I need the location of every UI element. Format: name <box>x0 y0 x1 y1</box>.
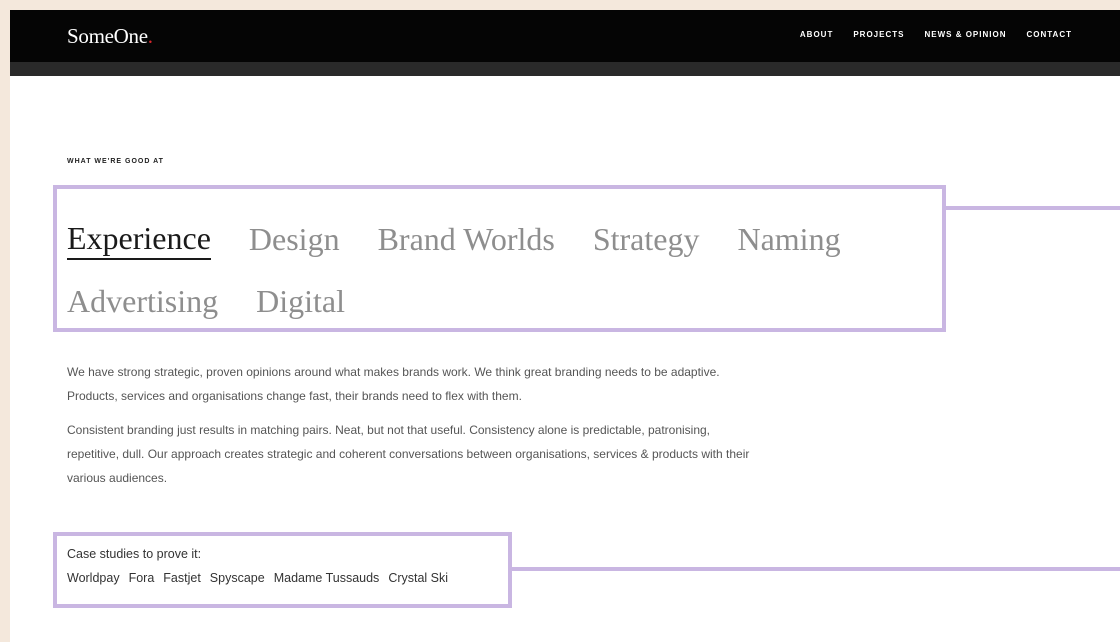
disciplines-highlight-box <box>53 185 946 332</box>
disciplines-callout-line <box>946 206 1120 210</box>
main-nav: ABOUT PROJECTS NEWS & OPINION CONTACT <box>800 30 1072 39</box>
nav-projects[interactable]: PROJECTS <box>853 30 904 39</box>
nav-shadow-band <box>10 62 1120 76</box>
someone-logo[interactable]: SomeOne. <box>67 24 153 49</box>
logo-text: SomeOne <box>67 24 148 48</box>
logo-dot: . <box>147 24 153 48</box>
nav-about[interactable]: ABOUT <box>800 30 833 39</box>
body-paragraph-1: We have strong strategic, proven opinion… <box>67 365 720 403</box>
body-copy: We have strong strategic, proven opinion… <box>67 360 757 500</box>
nav-contact[interactable]: CONTACT <box>1026 30 1072 39</box>
body-paragraph-2: Consistent branding just results in matc… <box>67 423 750 485</box>
nav-news-opinion[interactable]: NEWS & OPINION <box>924 30 1006 39</box>
top-navigation-bar: SomeOne. ABOUT PROJECTS NEWS & OPINION C… <box>10 10 1120 62</box>
section-eyebrow: WHAT WE'RE GOOD AT <box>67 158 164 165</box>
case-studies-callout-line <box>512 567 1120 571</box>
case-studies-highlight-box <box>53 532 512 608</box>
